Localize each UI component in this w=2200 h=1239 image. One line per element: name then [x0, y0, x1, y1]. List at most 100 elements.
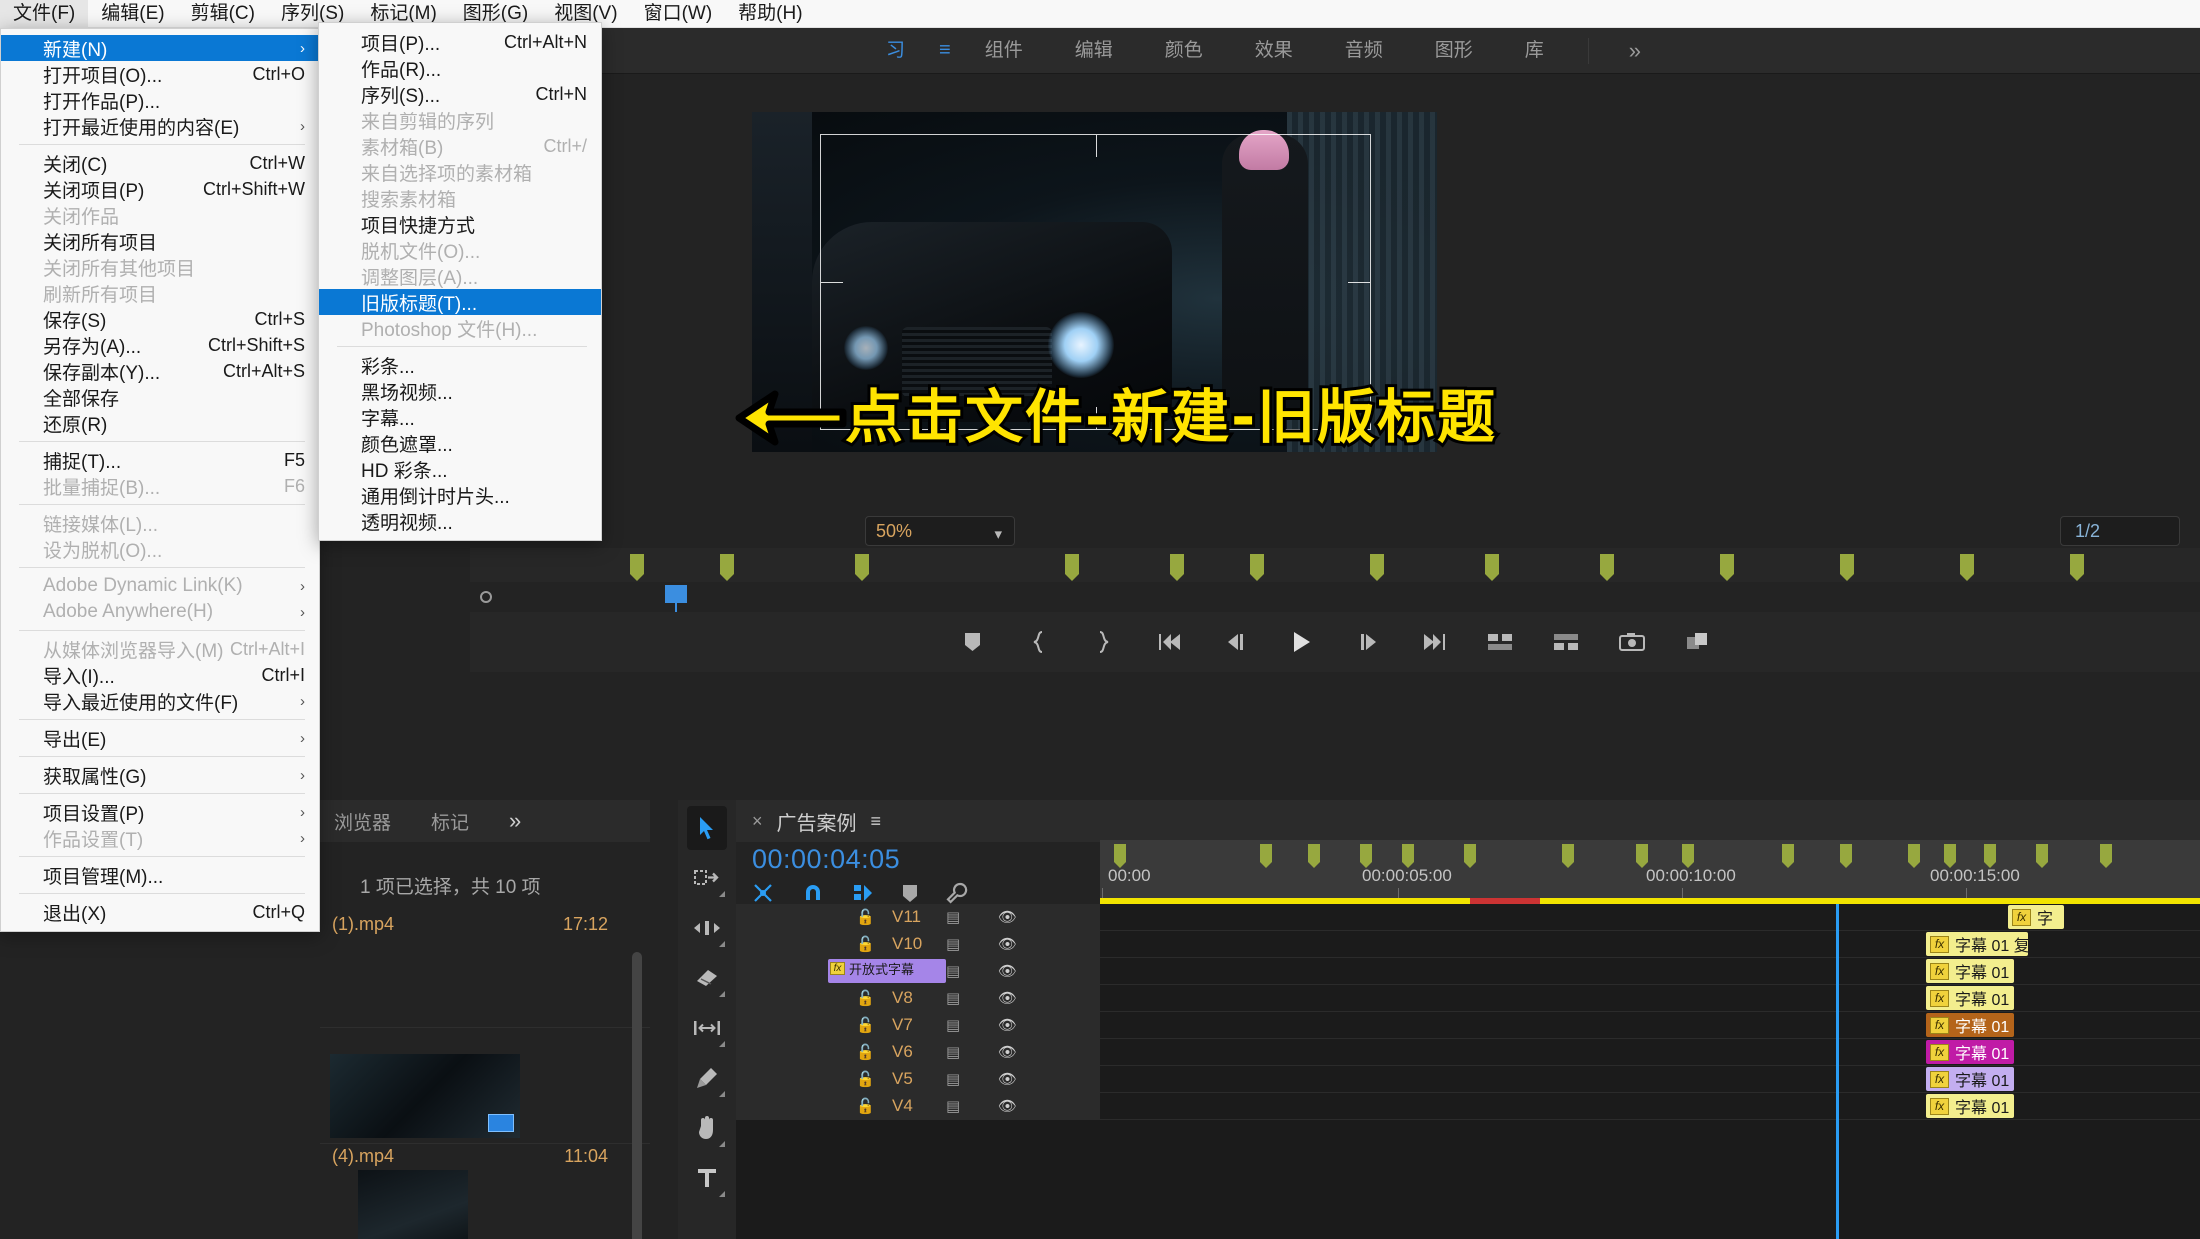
marker[interactable]	[1065, 554, 1079, 581]
track-target-icon[interactable]: ▤	[946, 935, 960, 953]
scrub-handle-icon[interactable]	[480, 591, 492, 603]
menu-item-1[interactable]: 打开项目(O)... Ctrl+O	[1, 61, 319, 87]
menu-item-32[interactable]: 获取属性(G) ›	[1, 762, 319, 788]
timeline-clip[interactable]: fx 字幕 01	[1926, 1067, 2014, 1091]
eye-icon[interactable]: 👁	[998, 1016, 1017, 1034]
timeline-sequence-name[interactable]: 广告案例	[777, 807, 857, 836]
menu-item-13[interactable]: 保存副本(Y)... Ctrl+Alt+S	[1, 358, 319, 384]
menu-item-28[interactable]: 导入最近使用的文件(F) ›	[1, 688, 319, 714]
workspace-tab-assembly[interactable]: 组件	[959, 28, 1049, 74]
workspace-tab-graphics[interactable]: 图形	[1409, 28, 1499, 74]
monitor-playhead[interactable]	[665, 585, 687, 613]
eye-icon[interactable]: 👁	[998, 908, 1017, 926]
menu-item-30[interactable]: 导出(E) ›	[1, 725, 319, 751]
track-header[interactable]: 🔓 V6 ▤ 👁	[736, 1039, 1100, 1065]
marker[interactable]	[1636, 844, 1648, 868]
marker[interactable]	[1360, 844, 1372, 868]
menu-item-19[interactable]: 透明视频...	[319, 508, 601, 534]
timeline-timecode[interactable]: 00:00:04:05	[752, 844, 900, 875]
ripple-edit-tool-icon[interactable]	[687, 906, 727, 950]
marker[interactable]	[630, 554, 644, 581]
track-target-icon[interactable]: ▤	[946, 1070, 960, 1088]
workspace-tab-color[interactable]: 颜色	[1139, 28, 1229, 74]
file-menu-dropdown[interactable]: 新建(N) › 打开项目(O)... Ctrl+O 打开作品(P)... 打开最近使用的内…	[0, 28, 320, 932]
menu-window[interactable]: 窗口(W)	[631, 0, 726, 28]
close-icon[interactable]: ×	[752, 811, 763, 832]
menu-item-1[interactable]: 作品(R)...	[319, 55, 601, 81]
project-scrollbar[interactable]	[632, 952, 642, 1239]
menu-item-2[interactable]: 打开作品(P)...	[1, 87, 319, 113]
marker[interactable]	[1485, 554, 1499, 581]
step-back-icon[interactable]	[1219, 625, 1253, 659]
menu-item-3[interactable]: 打开最近使用的内容(E) ›	[1, 113, 319, 139]
timeline-clip[interactable]: fx 字幕 01	[1926, 1013, 2014, 1037]
go-to-out-icon[interactable]	[1417, 625, 1451, 659]
marker[interactable]	[1682, 844, 1694, 868]
timeline-clip[interactable]: fx 字幕 01	[1926, 1040, 2014, 1064]
timeline-clip[interactable]: fx 字幕 01	[1926, 986, 2014, 1010]
step-forward-icon[interactable]	[1351, 625, 1385, 659]
track-target-icon[interactable]: ▤	[946, 989, 960, 1007]
lock-icon[interactable]: 🔓	[856, 1070, 875, 1088]
track-target-icon[interactable]: ▤	[946, 1043, 960, 1061]
menu-item-17[interactable]: 捕捉(T)... F5	[1, 447, 319, 473]
mark-in-icon[interactable]	[1021, 625, 1055, 659]
menu-item-37[interactable]: 项目管理(M)...	[1, 862, 319, 888]
menu-item-39[interactable]: 退出(X) Ctrl+Q	[1, 899, 319, 925]
marker[interactable]	[1840, 554, 1854, 581]
marker[interactable]	[1402, 844, 1414, 868]
marker[interactable]	[1600, 554, 1614, 581]
track-header[interactable]: 🔓 V11 ▤ 👁	[736, 904, 1100, 930]
track-header[interactable]: 🔓 V7 ▤ 👁	[736, 1012, 1100, 1038]
track-target-icon[interactable]: ▤	[946, 1016, 960, 1034]
track-header[interactable]: 🔓 V5 ▤ 👁	[736, 1066, 1100, 1092]
type-tool-icon[interactable]	[687, 1156, 727, 1200]
monitor-marker-strip[interactable]	[470, 548, 2200, 582]
menu-clip[interactable]: 剪辑(C)	[178, 0, 268, 28]
timeline-clip[interactable]: fx 字幕 01	[1926, 1094, 2014, 1118]
eye-icon[interactable]: 👁	[998, 962, 1017, 980]
menu-edit[interactable]: 编辑(E)	[88, 0, 177, 28]
play-icon[interactable]	[1285, 625, 1319, 659]
workspace-overflow-icon[interactable]: »	[1607, 38, 1663, 64]
workspace-tab-learn[interactable]: 习	[860, 28, 931, 74]
timeline-clip[interactable]: fx 字幕 01 复	[1926, 932, 2028, 956]
hand-tool-icon[interactable]	[687, 1106, 727, 1150]
timeline-playhead[interactable]	[1836, 904, 1839, 1239]
marker[interactable]	[1908, 844, 1920, 868]
marker[interactable]	[1260, 844, 1272, 868]
marker[interactable]	[1250, 554, 1264, 581]
marker[interactable]	[2036, 844, 2048, 868]
marker[interactable]	[1984, 844, 1996, 868]
marker[interactable]	[1170, 554, 1184, 581]
monitor-page-indicator[interactable]: 1/2	[2060, 516, 2180, 546]
clip-thumbnail[interactable]	[358, 1170, 468, 1239]
extract-icon[interactable]	[1549, 625, 1583, 659]
marker[interactable]	[2070, 554, 2084, 581]
lock-icon[interactable]: 🔓	[856, 989, 875, 1007]
timeline-clip[interactable]: fx 字幕 01	[1926, 959, 2014, 983]
track-header[interactable]: 🔓 V8 ▤ 👁	[736, 985, 1100, 1011]
menu-item-0[interactable]: 新建(N) ›	[1, 35, 319, 61]
export-frame-icon[interactable]	[1615, 625, 1649, 659]
menu-item-11[interactable]: 保存(S) Ctrl+S	[1, 306, 319, 332]
marker[interactable]	[855, 554, 869, 581]
menu-item-14[interactable]: 黑场视频...	[319, 378, 601, 404]
eye-icon[interactable]: 👁	[998, 1070, 1017, 1088]
timeline-ruler[interactable]: 00:00 00:00:05:00 00:00:10:00 00:00:15:0…	[1100, 840, 2200, 898]
workspace-menu-icon[interactable]: ≡	[931, 39, 959, 62]
table-row[interactable]: 🔓 V7 ▤ 👁 fx 字幕 01	[736, 1012, 2200, 1039]
menu-item-2[interactable]: 序列(S)... Ctrl+N	[319, 81, 601, 107]
menu-item-8[interactable]: 关闭所有项目	[1, 228, 319, 254]
track-header[interactable]: 🔓 V10 ▤ 👁	[736, 931, 1100, 957]
monitor-scrub-bar[interactable]	[470, 582, 2200, 613]
selection-tool-icon[interactable]	[687, 806, 727, 850]
menu-item-14[interactable]: 全部保存	[1, 384, 319, 410]
marker[interactable]	[1960, 554, 1974, 581]
lock-icon[interactable]: 🔓	[856, 1097, 875, 1115]
marker[interactable]	[1840, 844, 1852, 868]
menu-item-17[interactable]: HD 彩条...	[319, 456, 601, 482]
timeline-caption-clip[interactable]: fx 开放式字幕 在此处键入字幕文本	[828, 959, 946, 983]
marker[interactable]	[1944, 844, 1956, 868]
lock-icon[interactable]: 🔓	[856, 908, 875, 926]
